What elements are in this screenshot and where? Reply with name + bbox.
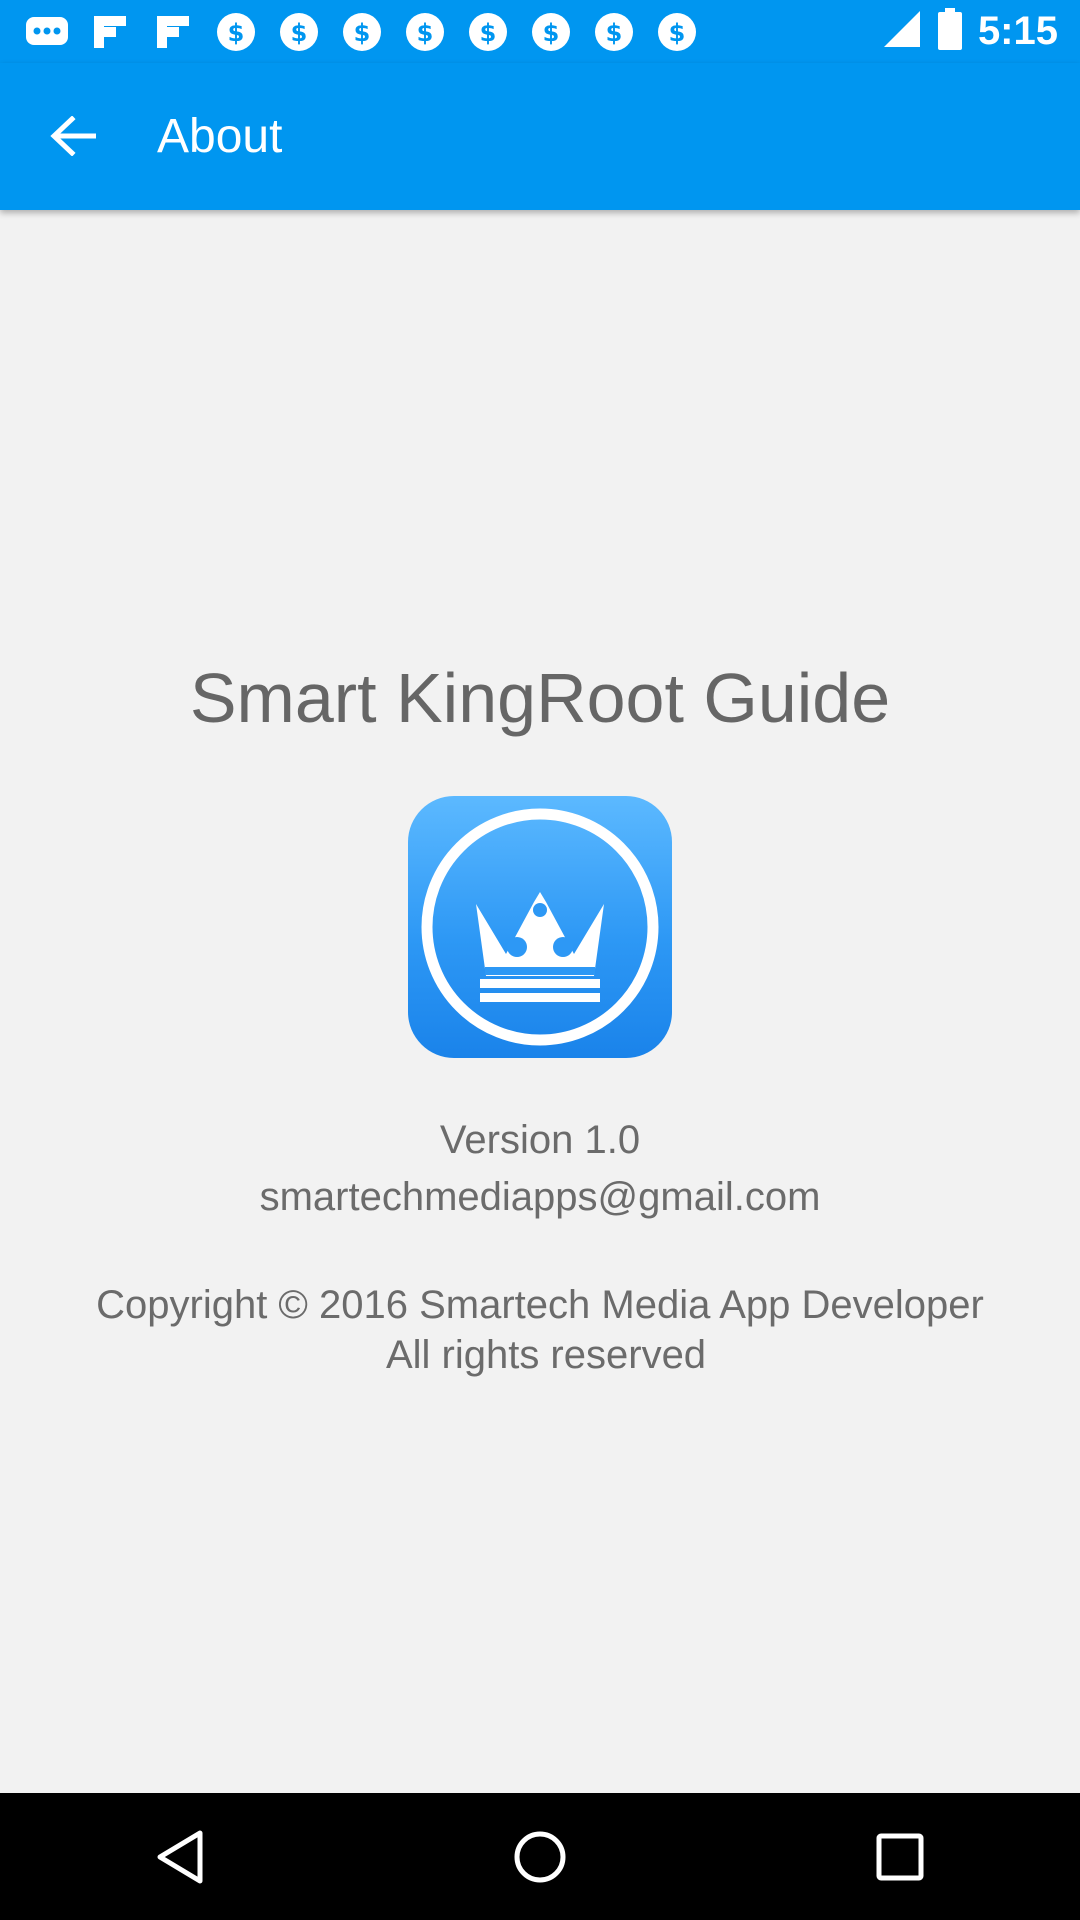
about-content: Smart KingRoot Guide Version 1.0 smartec… xyxy=(0,210,1080,1793)
svg-text:$: $ xyxy=(543,19,560,47)
svg-text:$: $ xyxy=(354,19,371,47)
svg-text:$: $ xyxy=(417,19,434,47)
app-name: Smart KingRoot Guide xyxy=(189,659,891,737)
version-text: Version 1.0 xyxy=(439,1118,641,1162)
battery-icon xyxy=(937,8,962,55)
svg-text:$: $ xyxy=(228,19,245,47)
money-icon: $ xyxy=(591,9,637,55)
app-logo xyxy=(408,796,672,1058)
flipboard-icon xyxy=(87,9,133,55)
money-icon: $ xyxy=(528,9,574,55)
contact-email: smartechmediapps@gmail.com xyxy=(259,1175,821,1219)
svg-text:$: $ xyxy=(291,19,308,47)
notification-icons: $ $ $ $ $ $ $ $ xyxy=(24,9,700,55)
svg-text:$: $ xyxy=(606,19,623,47)
signal-icon xyxy=(882,9,922,54)
arrow-left-icon xyxy=(50,116,96,156)
app-bar: About xyxy=(0,63,1080,210)
money-icon: $ xyxy=(339,9,385,55)
home-circle-icon xyxy=(514,1831,566,1882)
svg-text:$: $ xyxy=(669,19,686,47)
status-time: 5:15 xyxy=(977,9,1058,53)
money-icon: $ xyxy=(402,9,448,55)
nav-recents-button[interactable] xyxy=(855,1812,945,1902)
copyright-text: Copyright © 2016 Smartech Media App Deve… xyxy=(96,1283,984,1327)
recents-square-icon xyxy=(876,1833,924,1880)
page-title: About xyxy=(157,110,283,155)
nav-home-button[interactable] xyxy=(495,1812,585,1902)
svg-text:$: $ xyxy=(480,19,497,47)
status-bar: $ $ $ $ $ $ $ $ 5:15 xyxy=(0,0,1080,63)
money-icon: $ xyxy=(465,9,511,55)
messages-icon xyxy=(24,9,70,55)
rights-text: All rights reserved xyxy=(385,1333,707,1377)
back-button[interactable] xyxy=(40,103,106,169)
status-right: 5:15 xyxy=(882,8,1058,55)
nav-back-button[interactable] xyxy=(135,1812,225,1902)
money-icon: $ xyxy=(276,9,322,55)
money-icon: $ xyxy=(654,9,700,55)
money-icon: $ xyxy=(213,9,259,55)
navigation-bar xyxy=(0,1793,1080,1920)
back-triangle-icon xyxy=(157,1830,203,1883)
flipboard-icon xyxy=(150,9,196,55)
